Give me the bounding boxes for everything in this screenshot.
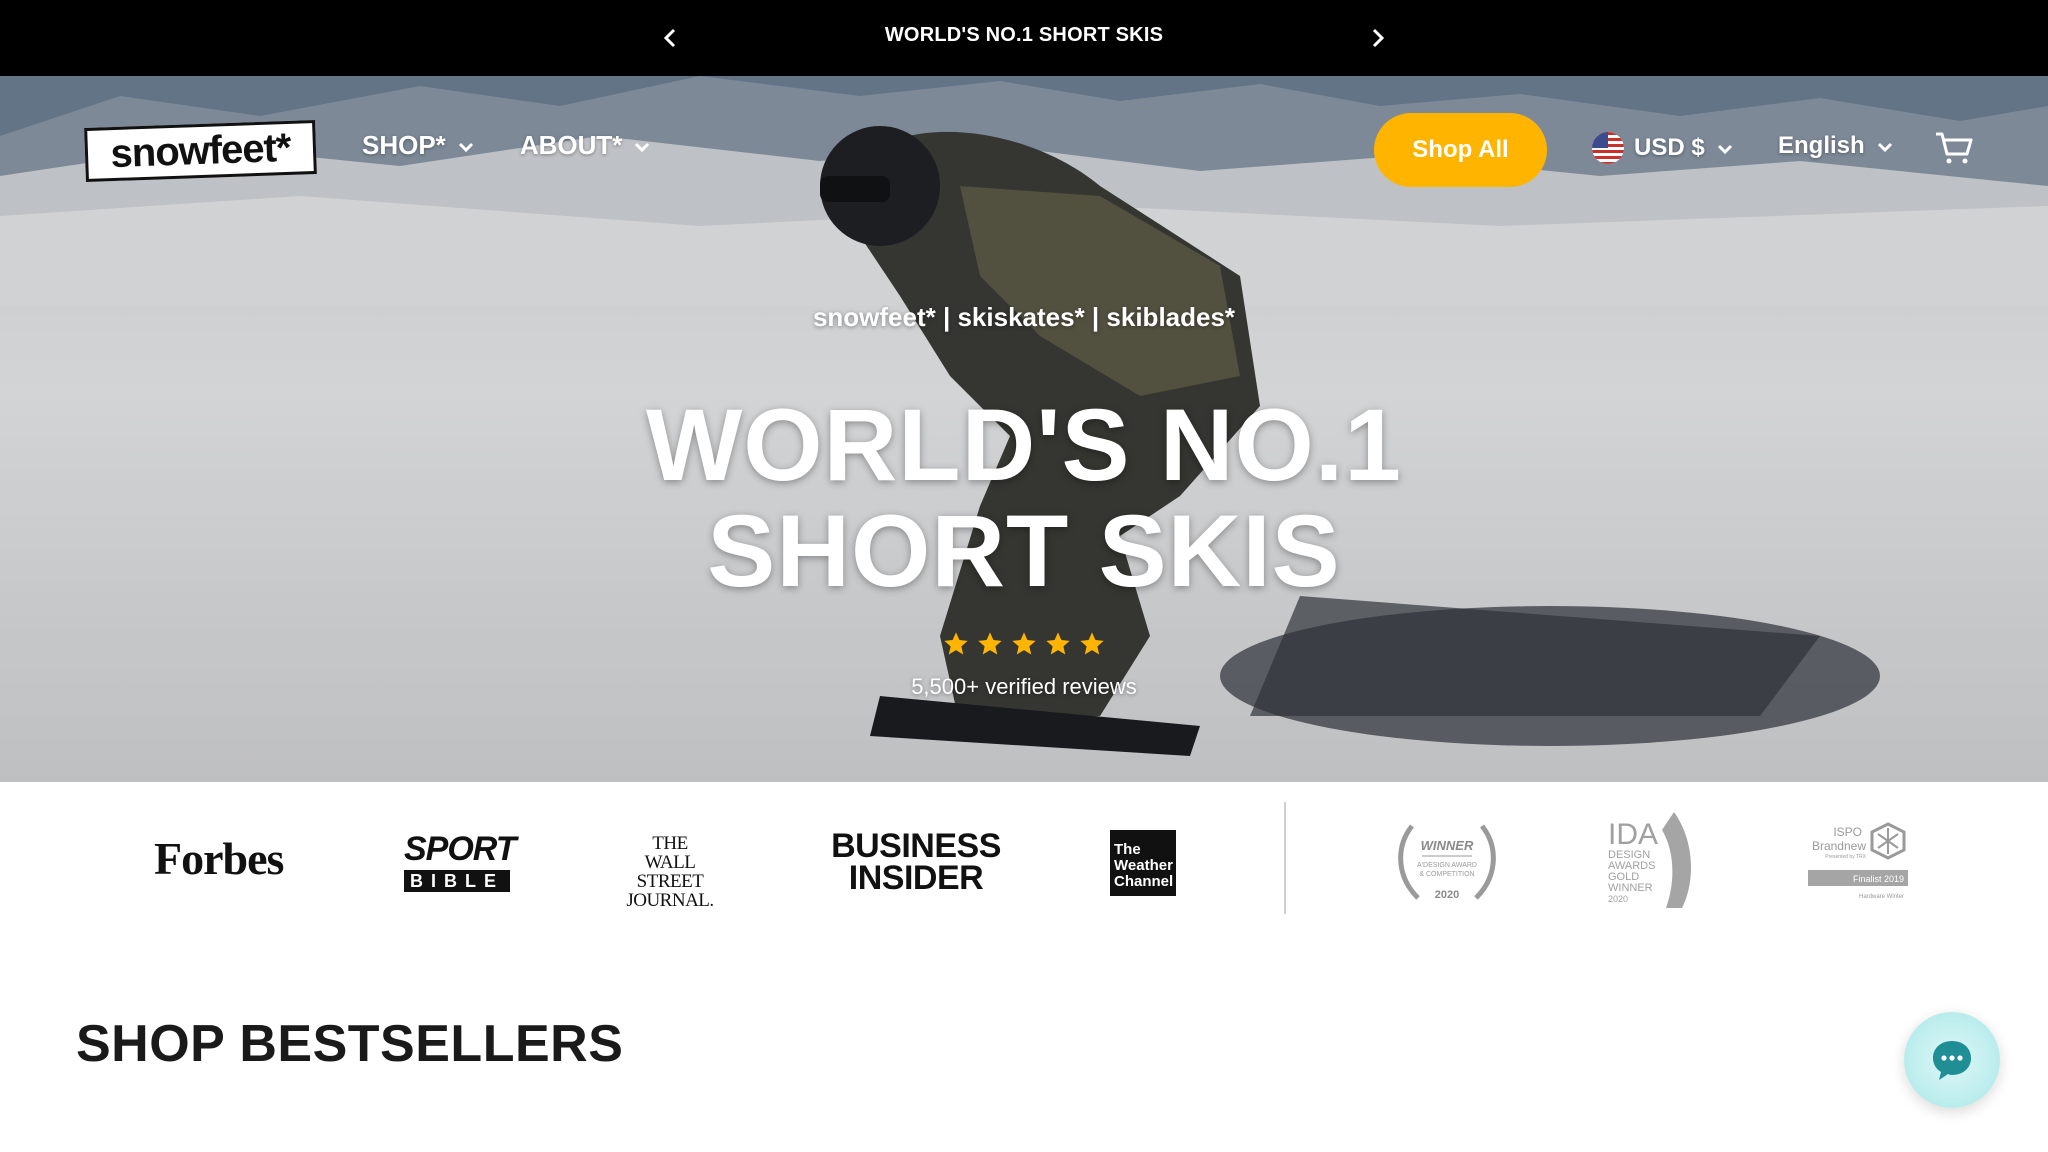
award3-line2: Brandnew [1812,839,1866,853]
chevron-right-icon[interactable] [1360,20,1396,56]
announcement-bar: WORLD'S NO.1 SHORT SKIS [0,0,2048,76]
cart-icon[interactable] [1934,130,1974,166]
award1-year: 2020 [1435,889,1459,901]
sport-bible-logo: SPORT BIBLE [404,830,517,892]
bi-line: INSIDER [848,859,984,897]
currency-selector[interactable]: USD $ [1592,132,1735,164]
chevron-down-icon [1717,144,1732,155]
wsj-line: WALL STREET [636,852,704,892]
language-label: English [1778,132,1865,159]
award3-line1: ISPO [1833,825,1862,839]
press-logos-strip: Forbes SPORT BIBLE THE WALL STREET JOURN… [0,782,2048,932]
star-icon [1012,632,1036,655]
award3-line4: Finalist 2019 [1853,874,1904,884]
chat-bubble-icon [1933,1041,1971,1080]
weather-channel-logo: The Weather Channel [1110,830,1176,896]
nav-item-label: SHOP* [362,130,446,160]
star-icon [1046,632,1070,655]
language-selector[interactable]: English [1778,132,1895,160]
snowfeet-logo[interactable]: snowfeet* [84,119,317,183]
ispo-brandnew-badge: ISPO Brandnew Presented by TRX Finalist … [1808,822,1908,900]
award3-line5: Hardware Winter [1859,894,1904,900]
reviews-count: 5,500+ verified reviews [911,674,1137,699]
nav-item-label: ABOUT* [519,130,623,160]
main-nav: SHOP* ABOUT* [362,130,652,161]
weather-line: Weather [1114,857,1173,874]
weather-line: The [1114,841,1141,858]
nav-item-about[interactable]: ABOUT* [520,130,653,161]
chat-button[interactable] [1904,1012,2000,1108]
nav-item-shop[interactable]: SHOP* [362,130,476,161]
bi-line: BUSINESS [831,827,1001,865]
star-icon [1080,632,1104,655]
shop-all-button[interactable]: Shop All [1374,113,1547,187]
sport-bible-top: SPORT [404,830,517,868]
chevron-down-icon [458,142,473,152]
award1-line3: & COMPETITION [1419,871,1474,878]
weather-line: Channel [1114,873,1174,890]
sport-bible-bottom: BIBLE [404,870,510,892]
chevron-down-icon [1877,142,1892,153]
hero-title: WORLD'S NO.1 SHORT SKIS [0,392,2048,604]
business-insider-logo: BUSINESS INSIDER [828,827,1004,897]
award2-line4: WINNER [1608,882,1653,894]
wsj-line: JOURNAL. [626,890,714,911]
star-icon [944,632,968,655]
ida-design-award-badge: IDA DESIGN AWARDS GOLD WINNER 2020 [1608,812,1692,908]
announcement-text: WORLD'S NO.1 SHORT SKIS [884,24,1164,46]
hero-subtitle: snowfeet* | skiskates* | skiblades* [812,302,1236,332]
award1-line2: A'DESIGN AWARD [1417,862,1477,869]
award1-line1: WINNER [1421,838,1474,853]
hero-title-line2: SHORT SKIS [707,494,1341,608]
adesign-award-badge: WINNER A'DESIGN AWARD & COMPETITION 2020 [1398,824,1496,901]
us-flag-icon [1592,132,1624,164]
award2-year: 2020 [1608,894,1628,904]
wall-street-journal-logo: THE WALL STREET JOURNAL. [618,834,722,910]
award2-logo: IDA [1608,818,1658,851]
section-title-bestsellers: SHOP BESTSELLERS [76,1015,624,1073]
forbes-logo: Forbes [154,833,284,884]
chevron-down-icon [635,142,650,152]
star-icon [978,632,1002,655]
hero-title-line1: WORLD'S NO.1 [646,388,1402,502]
press-divider [1284,802,1286,914]
currency-label: USD $ [1634,134,1705,161]
rating-stars [942,630,1106,658]
award3-line3: Presented by TRX [1825,854,1866,860]
wsj-line: THE [652,833,688,854]
